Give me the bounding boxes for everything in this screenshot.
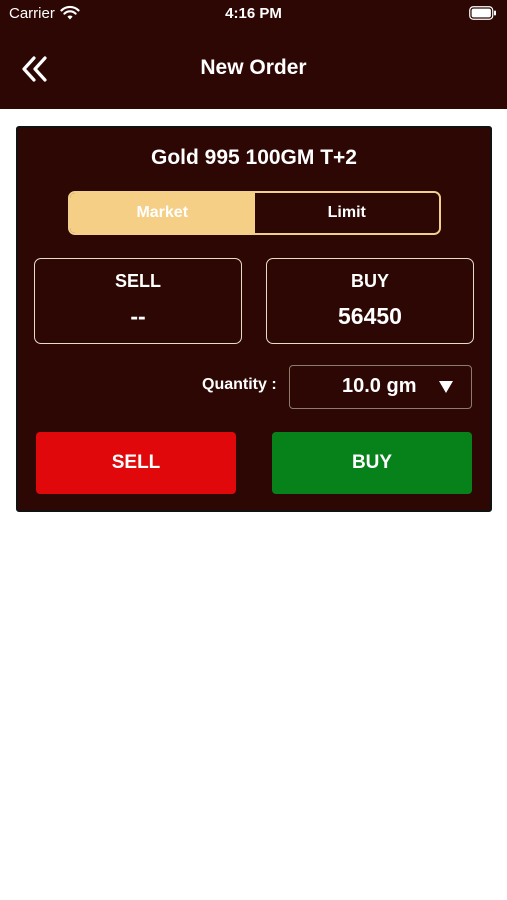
sell-price-box: SELL --: [34, 258, 242, 344]
order-type-market-tab[interactable]: Market: [70, 193, 255, 233]
sell-price-value: --: [130, 303, 146, 329]
app-header: Carrier 4:16 PM New Order: [0, 0, 507, 109]
status-bar: Carrier 4:16 PM: [0, 0, 507, 28]
quantity-label: Quantity :: [202, 376, 277, 393]
instrument-name: Gold 995 100GM T+2: [150, 146, 357, 169]
order-type-limit-tab[interactable]: Limit: [254, 193, 439, 233]
buy-button[interactable]: BUY: [272, 432, 472, 494]
dropdown-triangle-icon: [439, 381, 453, 393]
quantity-dropdown[interactable]: 10.0 gm: [289, 365, 472, 409]
order-type-toggle: Market Limit: [68, 191, 441, 235]
battery-icon: [469, 6, 496, 20]
quantity-value: 10.0 gm: [342, 375, 417, 397]
buy-price-box: BUY 56450: [266, 258, 474, 344]
order-card: Gold 995 100GM T+2 Market Limit SELL -- …: [16, 126, 492, 512]
sell-price-label: SELL: [114, 271, 161, 291]
buy-price-value: 56450: [338, 303, 402, 329]
sell-button[interactable]: SELL: [36, 432, 236, 494]
status-time: 4:16 PM: [225, 5, 282, 22]
page-title: New Order: [200, 56, 307, 79]
buy-price-label: BUY: [350, 271, 389, 291]
